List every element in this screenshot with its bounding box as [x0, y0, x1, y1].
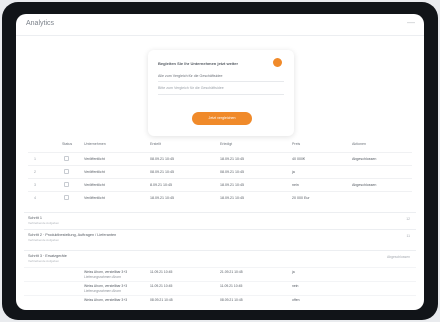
table-row[interactable]: 3 Veröffentlicht 8.09.21 10:45 18.09.21 …	[28, 178, 412, 190]
row-created: 08.09.21 10:45	[150, 170, 174, 174]
column-header-status[interactable]: Status	[62, 142, 72, 146]
item-done: 08.09.21 10:45	[220, 298, 243, 302]
section-status: Abgeschlossen	[387, 255, 410, 259]
table-row[interactable]: 2 Veröffentlicht 08.09.21 10:45 08.09.21…	[28, 165, 412, 177]
section-subtitle: Verbleibende Aufgaben	[28, 259, 60, 263]
row-number: 1	[34, 157, 36, 161]
table-header: Status Unternehmen Erstellt Erledigt Pre…	[28, 138, 412, 150]
row-created: 8.09.21 10:45	[150, 183, 172, 187]
list-item[interactable]: Weiss Ahorn, verstellbar 3+3 Lieferungsr…	[24, 267, 416, 279]
row-action[interactable]: Abgeschlossen	[352, 157, 376, 161]
row-number: 4	[34, 196, 36, 200]
column-header-created[interactable]: Erstellt	[150, 142, 161, 146]
item-status: offen	[292, 298, 300, 302]
card-link[interactable]: Bitte zum Vergleich für die Geschäftside…	[158, 86, 224, 90]
list-item[interactable]: Weiss Ahorn, verstellbar 3+3 08.09.21 10…	[24, 295, 416, 307]
item-done: 21.09.21 10:45	[220, 270, 243, 274]
section-title: Schritt 1	[28, 216, 42, 220]
step-section[interactable]: Schritt 2 · Produktbestellung, Auftragen…	[24, 229, 416, 243]
row-done: 18.09.21 10:45	[220, 157, 244, 161]
row-action[interactable]: Abgeschlossen	[352, 183, 376, 187]
item-name: Weiss Ahorn, verstellbar 3+3	[84, 284, 128, 288]
item-subname: Lieferungsrahmen Ahorn	[84, 289, 122, 293]
row-checkbox[interactable]	[64, 169, 69, 174]
row-price: nein	[292, 183, 299, 187]
item-status: ja	[292, 270, 295, 274]
comparison-card: Begleiten Sie Ihr Unternehmen jetzt weit…	[148, 50, 294, 136]
item-name: Weiss Ahorn, verstellbar 3+3	[84, 298, 128, 302]
step-section[interactable]: Schritt 1 Verbleibende Aufgaben 12	[24, 212, 416, 226]
row-done: 18.09.21 10:45	[220, 196, 244, 200]
row-checkbox[interactable]	[64, 182, 69, 187]
divider	[158, 94, 284, 95]
item-done: 11.09.21 10:45	[220, 284, 243, 288]
row-created: 08.09.21 10:45	[150, 157, 174, 161]
row-number: 3	[34, 183, 36, 187]
section-subtitle: Verbleibende Aufgaben	[28, 221, 60, 225]
device-frame: Analytics — Begleiten Sie Ihr Unternehme…	[2, 2, 438, 320]
column-header-company[interactable]: Unternehmen	[84, 142, 106, 146]
item-name: Weiss Ahorn, verstellbar 3+3	[84, 270, 128, 274]
section-title: Schritt 3 · Ersatzgeräte	[28, 254, 67, 258]
section-title: Schritt 2 · Produktbestellung, Auftragen…	[28, 233, 117, 237]
window-header: Analytics —	[16, 14, 424, 36]
column-header-done[interactable]: Erledigt	[220, 142, 232, 146]
section-count: 11	[406, 234, 410, 238]
row-company: Veröffentlicht	[84, 183, 105, 187]
row-checkbox[interactable]	[64, 195, 69, 200]
list-item[interactable]: Weiss Ahorn, verstellbar 3+3 Lieferungsr…	[24, 281, 416, 293]
column-header-price[interactable]: Preis	[292, 142, 300, 146]
row-price: 20 000 Eur	[292, 196, 310, 200]
row-price: ja	[292, 170, 295, 174]
close-icon[interactable]: —	[407, 18, 415, 27]
table-row[interactable]: 1 Veröffentlicht 08.09.21 10:45 18.09.21…	[28, 152, 412, 164]
compare-button[interactable]: Jetzt vergleichen	[192, 112, 252, 125]
row-company: Veröffentlicht	[84, 157, 105, 161]
row-company: Veröffentlicht	[84, 170, 105, 174]
window-title: Analytics	[26, 20, 55, 27]
row-company: Veröffentlicht	[84, 196, 105, 200]
item-created: 08.09.21 10:45	[150, 298, 173, 302]
table-row[interactable]: 4 Veröffentlicht 18.09.21 10:45 18.09.21…	[28, 191, 412, 203]
item-subname: Lieferungsrahmen Ahorn	[84, 275, 122, 279]
item-status: nein	[292, 284, 299, 288]
step-section[interactable]: Schritt 3 · Ersatzgeräte Verbleibende Au…	[24, 250, 416, 310]
item-created: 11.09.21 10:45	[150, 284, 173, 288]
section-subtitle: Verbleibende Aufgaben	[28, 238, 60, 242]
row-done: 18.09.21 10:45	[220, 183, 244, 187]
column-header-actions[interactable]: Aktionen	[352, 142, 366, 146]
row-checkbox[interactable]	[64, 156, 69, 161]
card-heading: Begleiten Sie Ihr Unternehmen jetzt weit…	[158, 61, 239, 66]
app-screen: Analytics — Begleiten Sie Ihr Unternehme…	[16, 14, 424, 310]
row-price: 40 000€	[292, 157, 305, 161]
divider	[158, 81, 284, 82]
card-description: Alle zum Vergleich für die Geschäftsidee	[158, 74, 223, 78]
info-icon[interactable]	[273, 58, 282, 67]
row-done: 08.09.21 10:45	[220, 170, 244, 174]
row-created: 18.09.21 10:45	[150, 196, 174, 200]
section-count: 12	[406, 217, 410, 221]
item-created: 11.09.21 10:45	[150, 270, 173, 274]
row-number: 2	[34, 170, 36, 174]
